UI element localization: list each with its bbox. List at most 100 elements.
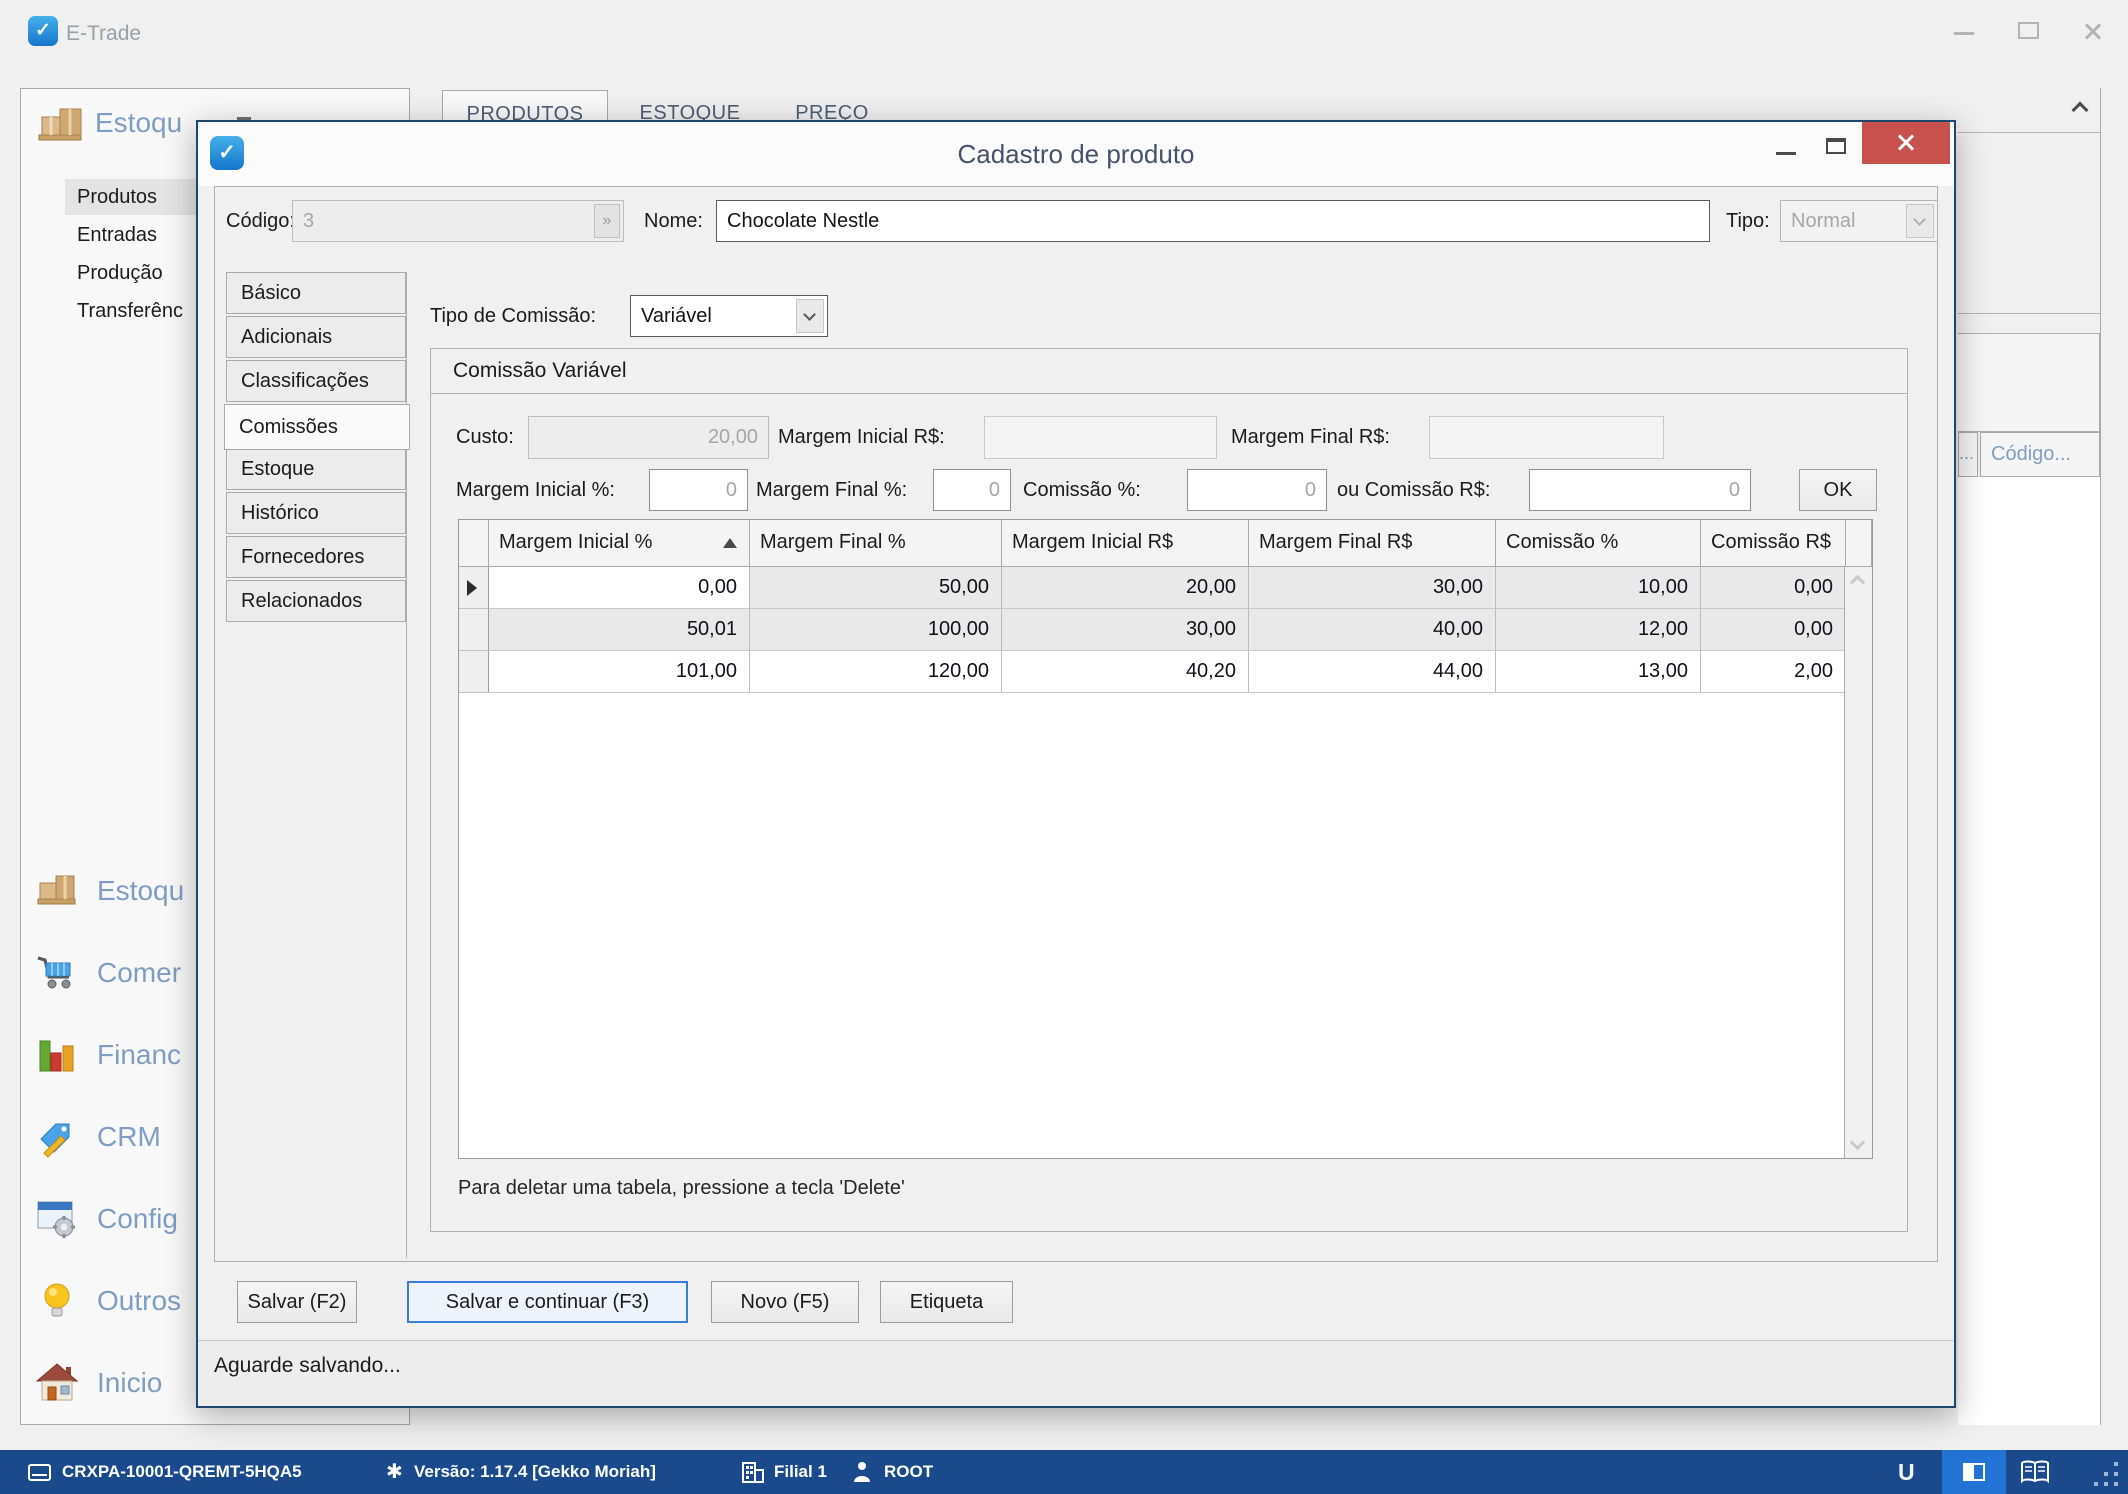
layout-toggle-active[interactable] <box>1942 1450 2006 1494</box>
side-tab-classificacoes[interactable]: Classificações <box>226 360 406 402</box>
side-tab-relacionados[interactable]: Relacionados <box>226 580 406 622</box>
grid-header-row: Margem Inicial % Margem Final % Margem I… <box>459 520 1872 567</box>
grid-vertical-scrollbar[interactable] <box>1844 567 1872 1158</box>
table-row[interactable]: 50,01 100,00 30,00 40,00 12,00 0,00 <box>459 609 1872 651</box>
scroll-down-icon[interactable] <box>1850 1135 1866 1151</box>
table-row[interactable]: 101,00 120,00 40,20 44,00 13,00 2,00 <box>459 651 1872 693</box>
codigo-nav-button[interactable]: » <box>594 204 620 238</box>
table-row[interactable]: 0,00 50,00 20,00 30,00 10,00 0,00 <box>459 567 1872 609</box>
chevron-down-icon[interactable] <box>1906 204 1934 238</box>
novo-button[interactable]: Novo (F5) <box>711 1281 859 1323</box>
tipo-combobox[interactable]: Normal <box>1780 200 1938 242</box>
delete-hint-text: Para deletar uma tabela, pressione a tec… <box>458 1173 905 1203</box>
grid-cell[interactable]: 20,00 <box>1002 567 1249 609</box>
user-name: ROOT <box>884 1450 933 1494</box>
tipo-comissao-combobox[interactable]: Variável <box>630 295 828 337</box>
nome-label: Nome: <box>644 200 703 242</box>
window-close-button[interactable] <box>2082 20 2104 42</box>
nome-field[interactable]: Chocolate Nestle <box>716 200 1710 242</box>
background-grid-column-left[interactable]: ... <box>1958 432 1978 477</box>
app-title: E-Trade <box>66 22 141 46</box>
dialog-status-text: Aguarde salvando... <box>198 1340 1954 1406</box>
margem-final-pct-field[interactable]: 0 <box>933 469 1011 511</box>
grid-cell[interactable]: 100,00 <box>750 609 1002 651</box>
row-selector[interactable] <box>459 651 489 693</box>
etiqueta-button[interactable]: Etiqueta <box>880 1281 1013 1323</box>
grid-cell[interactable]: 12,00 <box>1496 609 1701 651</box>
grid-cell[interactable]: 40,00 <box>1249 609 1496 651</box>
row-selector[interactable] <box>459 609 489 651</box>
margem-inicial-rs-field[interactable] <box>984 416 1217 459</box>
grid-cell[interactable]: 101,00 <box>489 651 750 693</box>
ou-comissao-rs-field[interactable]: 0 <box>1529 469 1751 511</box>
dialog-titlebar[interactable]: ✓ Cadastro de produto <box>198 122 1954 186</box>
codigo-field[interactable]: 3 » <box>292 200 624 242</box>
grid-panel-divider <box>1958 313 2100 314</box>
margem-final-rs-label: Margem Final R$: <box>1231 416 1390 459</box>
dialog-maximize-button[interactable] <box>1826 138 1846 154</box>
grid-cell[interactable]: 50,01 <box>489 609 750 651</box>
tipo-label: Tipo: <box>1726 200 1770 242</box>
grid-cell[interactable]: 2,00 <box>1701 651 1846 693</box>
grid-selector-header <box>459 520 489 567</box>
side-tab-adicionais[interactable]: Adicionais <box>226 316 406 358</box>
resize-grip[interactable] <box>2094 1462 2122 1490</box>
grid-column-header[interactable]: Comissão R$ <box>1701 520 1846 567</box>
window-maximize-button[interactable] <box>2018 22 2039 39</box>
app-logo-icon: ✓ <box>28 16 58 46</box>
terminal-id: CRXPA-10001-QREMT-5HQA5 <box>62 1450 302 1494</box>
version-text: Versão: 1.17.4 [Gekko Moriah] <box>414 1450 656 1494</box>
magnet-icon[interactable]: U <box>1898 1450 1915 1494</box>
row-selector[interactable] <box>459 567 489 609</box>
grid-cell[interactable]: 13,00 <box>1496 651 1701 693</box>
grid-cell[interactable]: 0,00 <box>1701 609 1846 651</box>
side-tab-basico[interactable]: Básico <box>226 272 406 314</box>
background-grid-column-codigo[interactable]: Código... <box>1980 432 2100 477</box>
grid-column-header[interactable]: Margem Inicial R$ <box>1002 520 1249 567</box>
grid-cell[interactable]: 30,00 <box>1002 609 1249 651</box>
grid-column-header[interactable]: Comissão % <box>1496 520 1701 567</box>
chevron-down-icon[interactable] <box>796 299 824 333</box>
margem-inicial-pct-field[interactable]: 0 <box>649 469 748 511</box>
module-label: Financ <box>97 1027 181 1083</box>
salvar-button[interactable]: Salvar (F2) <box>237 1281 357 1323</box>
grid-cell[interactable]: 0,00 <box>489 567 750 609</box>
sort-ascending-icon <box>723 538 737 548</box>
current-row-icon <box>467 580 477 596</box>
codigo-value: 3 <box>303 210 314 232</box>
module-label: Outros <box>97 1273 181 1329</box>
side-tab-historico[interactable]: Histórico <box>226 492 406 534</box>
grid-cell[interactable]: 120,00 <box>750 651 1002 693</box>
salvar-continuar-button[interactable]: Salvar e continuar (F3) <box>407 1281 688 1323</box>
tipo-comissao-value: Variável <box>641 305 712 327</box>
custo-field[interactable]: 20,00 <box>528 416 769 459</box>
grid-cell[interactable]: 44,00 <box>1249 651 1496 693</box>
module-label: Estoqu <box>97 863 184 919</box>
grid-column-header[interactable]: Margem Inicial % <box>489 520 750 567</box>
grid-cell[interactable]: 30,00 <box>1249 567 1496 609</box>
collapse-ribbon-icon[interactable] <box>2074 100 2090 116</box>
split-view-icon <box>1963 1463 1985 1481</box>
book-icon[interactable] <box>2020 1460 2050 1484</box>
terminal-icon <box>28 1464 52 1482</box>
grid-cell[interactable]: 0,00 <box>1701 567 1846 609</box>
side-tab-estoque[interactable]: Estoque <box>226 448 406 490</box>
background-grid-body <box>1958 477 2100 1425</box>
column-label: Margem Inicial % <box>499 531 652 553</box>
module-label: Config <box>97 1191 178 1247</box>
grid-cell[interactable]: 50,00 <box>750 567 1002 609</box>
grid-column-header[interactable]: Margem Final R$ <box>1249 520 1496 567</box>
window-minimize-button[interactable] <box>1954 32 1974 35</box>
dialog-close-button[interactable] <box>1862 122 1950 164</box>
grid-cell[interactable]: 40,20 <box>1002 651 1249 693</box>
grid-column-header[interactable]: Margem Final % <box>750 520 1002 567</box>
margem-final-rs-field[interactable] <box>1429 416 1664 459</box>
grid-cell[interactable]: 10,00 <box>1496 567 1701 609</box>
comissao-pct-field[interactable]: 0 <box>1187 469 1327 511</box>
scroll-up-icon[interactable] <box>1850 575 1866 591</box>
dialog-minimize-button[interactable] <box>1776 152 1796 155</box>
side-tab-fornecedores[interactable]: Fornecedores <box>226 536 406 578</box>
ok-button[interactable]: OK <box>1799 469 1877 511</box>
side-tab-comissoes[interactable]: Comissões <box>224 404 410 450</box>
tag-pencil-icon <box>35 1115 79 1159</box>
